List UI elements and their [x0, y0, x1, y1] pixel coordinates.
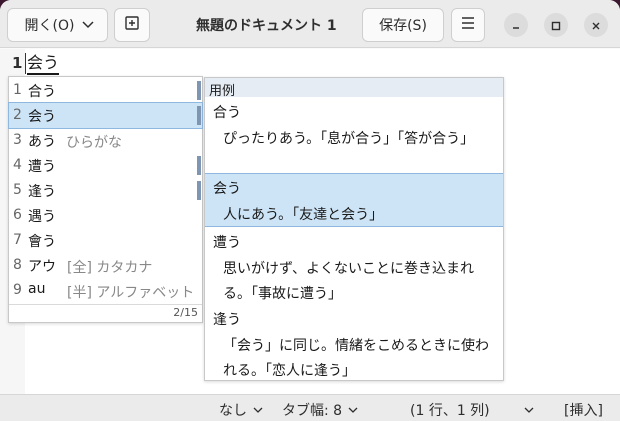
usage-entry-word: 逢う: [213, 312, 241, 328]
usage-available-marker: [197, 106, 201, 125]
candidate-number: 4: [13, 157, 22, 173]
usage-available-marker: [197, 156, 201, 175]
minimize-icon: [511, 16, 521, 35]
usage-entry: 合う ぴったりあう。「息が合う」「答が合う」: [205, 98, 503, 173]
chevron-down-icon: [348, 402, 358, 418]
candidate-text: 會う: [28, 234, 56, 250]
candidate-text: 逢う: [28, 184, 56, 200]
chevron-down-icon: [524, 402, 534, 418]
usage-entry-description: 思いがけず、よくないことに巻き込まれる。「事故に遭う」: [223, 261, 475, 302]
new-tab-icon: [124, 15, 140, 35]
maximize-button[interactable]: [544, 13, 568, 37]
usage-available-marker: [197, 181, 201, 200]
candidate-annotation: ひらがな: [66, 135, 122, 151]
syntax-language-selector[interactable]: なし: [219, 400, 263, 420]
headerbar: 開く(O) 無題のドキュメント 1 保存(S): [0, 0, 620, 48]
usage-entry-word: 合う: [213, 105, 241, 121]
candidate-item[interactable]: 1 合う: [9, 78, 202, 103]
insert-mode-label: [挿入]: [564, 403, 603, 419]
open-button-label: 開く(O): [24, 18, 75, 34]
candidate-page-indicator: 2/15: [173, 306, 198, 319]
maximize-icon: [551, 16, 561, 35]
syntax-language-label: なし: [219, 403, 247, 419]
candidate-item[interactable]: 8 アウ [全] カタカナ: [9, 253, 202, 278]
usage-entry-word: 会う: [213, 181, 241, 197]
candidate-text: 合う: [28, 84, 56, 100]
candidate-text: アウ: [28, 259, 56, 275]
usage-example-panel: 用例 合う ぴったりあう。「息が合う」「答が合う」 会う 人にあう。「友達と会う…: [204, 77, 504, 381]
candidate-annotation: [半] アルファベット: [67, 285, 195, 301]
usage-entry-description: ぴったりあう。「息が合う」「答が合う」: [223, 131, 475, 147]
cursor-position-label: (1 行、1 列): [410, 403, 490, 419]
usage-entry: 遭う 思いがけず、よくないことに巻き込まれる。「事故に遭う」: [205, 228, 503, 305]
insert-mode-indicator[interactable]: [挿入]: [564, 400, 603, 420]
candidate-text: au: [28, 281, 46, 297]
candidate-number: 1: [13, 82, 22, 98]
candidate-number: 7: [13, 232, 22, 248]
candidate-number: 2: [13, 107, 22, 123]
usage-entry: 逢う 「会う」に同じ。情緒をこめるときに使われる。「恋人に逢う」: [205, 305, 503, 380]
window-title: 無題のドキュメント 1: [196, 18, 337, 34]
usage-entry-word: 遭う: [213, 235, 241, 251]
usage-available-marker: [197, 81, 201, 100]
minimize-button[interactable]: [504, 13, 528, 37]
candidate-number: 3: [13, 132, 22, 148]
candidate-item[interactable]: 4 遭う: [9, 153, 202, 178]
hamburger-menu-icon: [461, 17, 475, 33]
candidate-item[interactable]: 3 あう ひらがな: [9, 128, 202, 153]
candidate-item[interactable]: 7 會う: [9, 228, 202, 253]
ime-preedit-text: 会う: [27, 53, 60, 75]
cursor-position-selector[interactable]: (1 行、1 列): [410, 400, 534, 420]
chevron-down-icon: [253, 402, 263, 418]
status-bar: なし タブ幅: 8 (1 行、1 列) [挿入]: [0, 394, 620, 421]
tab-width-selector[interactable]: タブ幅: 8: [282, 400, 358, 420]
close-icon: [591, 16, 601, 35]
candidate-number: 8: [13, 257, 22, 273]
tab-width-label: タブ幅: 8: [282, 403, 343, 419]
ime-candidate-list: 1 合う 2 会う 3 あう ひらがな 4 遭う 5 逢う 6 遇う 7 會う …: [8, 76, 203, 323]
candidate-number: 9: [13, 282, 22, 298]
main-menu-button[interactable]: [451, 8, 485, 42]
candidate-number: 5: [13, 182, 22, 198]
candidate-number: 6: [13, 207, 22, 223]
line-number: 1: [12, 54, 23, 72]
candidate-item-selected[interactable]: 2 会う: [8, 102, 203, 129]
candidate-item[interactable]: 6 遇う: [9, 203, 202, 228]
candidate-text: 会う: [28, 109, 56, 125]
candidate-item[interactable]: 5 逢う: [9, 178, 202, 203]
close-button[interactable]: [584, 13, 608, 37]
usage-entry-description: 人にあう。「友達と会う」: [223, 207, 384, 223]
divider: [9, 304, 202, 305]
candidate-annotation: [全] カタカナ: [67, 260, 153, 276]
gedit-window: 開く(O) 無題のドキュメント 1 保存(S) 1 会う 1 合う 2 会う 3…: [0, 0, 620, 421]
text-caret: [25, 53, 26, 74]
candidate-text: 遇う: [28, 209, 56, 225]
save-button[interactable]: 保存(S): [362, 8, 444, 42]
usage-entry-selected: 会う 人にあう。「友達と会う」: [205, 173, 503, 227]
usage-entry-description: 「会う」に同じ。情緒をこめるときに使われる。「恋人に逢う」: [223, 338, 489, 379]
candidate-item[interactable]: 9 au [半] アルファベット: [9, 278, 202, 303]
candidate-text: あう: [28, 134, 56, 150]
new-tab-button[interactable]: [114, 8, 150, 42]
chevron-down-icon: [82, 17, 94, 33]
open-button[interactable]: 開く(O): [7, 8, 108, 42]
candidate-text: 遭う: [28, 159, 56, 175]
usage-panel-title: 用例: [205, 78, 503, 99]
